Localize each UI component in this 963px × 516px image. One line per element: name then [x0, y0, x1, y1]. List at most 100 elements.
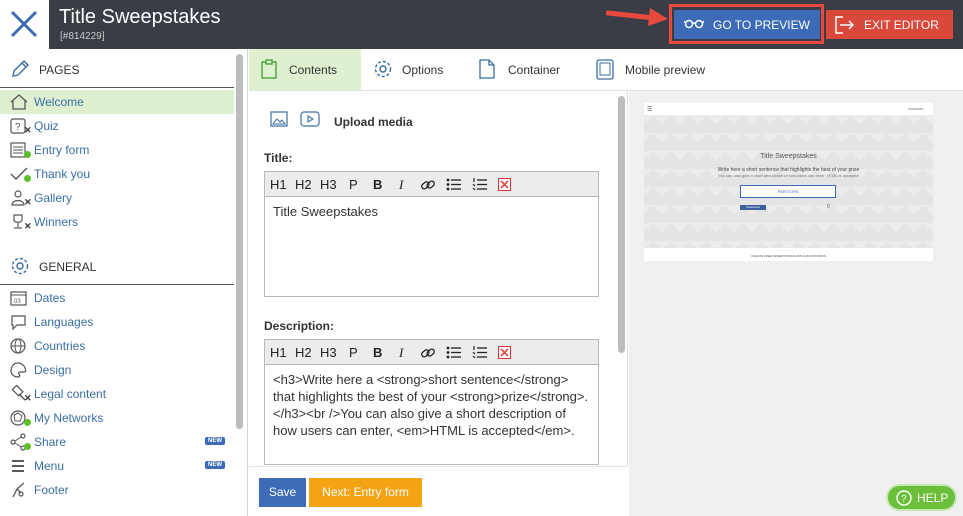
link-icon[interactable]: [420, 177, 436, 193]
go-to-preview-button[interactable]: GO TO PREVIEW: [674, 10, 820, 39]
active-status-dot: [24, 419, 31, 426]
preview-subline: You can also give a short description of…: [718, 173, 859, 178]
tab-container[interactable]: Container: [467, 49, 585, 90]
tab-contents[interactable]: Contents: [249, 49, 361, 90]
help-button[interactable]: ? HELP: [886, 484, 957, 511]
disabled-mark-icon: ✕: [24, 125, 32, 135]
close-button[interactable]: [0, 0, 49, 49]
sidebar-item-dates[interactable]: 03 Dates: [0, 286, 234, 310]
link-icon[interactable]: [420, 345, 436, 361]
disabled-mark-icon: ✕: [24, 393, 32, 403]
sidebar-item-quiz[interactable]: ? ✕ Quiz: [0, 114, 234, 138]
bold-icon[interactable]: B: [373, 177, 382, 192]
sidebar-item-label: Legal content: [34, 387, 107, 401]
glasses-icon: [684, 19, 704, 29]
title-input[interactable]: Title Sweepstakes: [265, 197, 598, 226]
clear-format-icon[interactable]: [498, 346, 511, 359]
go-to-preview-label: GO TO PREVIEW: [713, 18, 810, 32]
preview-facebook-like: Facebook: [740, 205, 766, 210]
sidebar-item-languages[interactable]: Languages: [0, 310, 234, 334]
sidebar-item-thank-you[interactable]: Thank you: [0, 162, 234, 186]
sidebar-item-label: Welcome: [34, 95, 84, 109]
editor-screen: Title Sweepstakes [#814229] GO TO PREVIE…: [0, 0, 963, 516]
sidebar-item-label: Languages: [34, 315, 94, 329]
paragraph-button[interactable]: P: [349, 345, 358, 360]
sidebar-item-legal-content[interactable]: ✕ Legal content: [0, 382, 234, 406]
tab-label: Mobile preview: [625, 63, 706, 77]
active-status-dot: [24, 175, 31, 182]
globe-icon: [10, 338, 26, 354]
sidebar-item-share[interactable]: Share NEW: [0, 430, 234, 454]
video-icon[interactable]: [300, 111, 320, 127]
sidebar-item-welcome[interactable]: Welcome: [0, 90, 234, 114]
sidebar-item-menu[interactable]: Menu NEW: [0, 454, 234, 478]
home-icon: [10, 94, 28, 110]
bullet-list-icon[interactable]: [446, 345, 462, 360]
help-icon: ?: [896, 490, 912, 506]
italic-icon[interactable]: I: [399, 345, 403, 361]
tablet-icon: [596, 59, 614, 80]
active-status-dot: [24, 443, 31, 450]
description-input[interactable]: <h3>Write here a <strong>short sentence<…: [265, 365, 598, 463]
general-title: GENERAL: [39, 260, 97, 274]
menu-icon: [12, 460, 24, 472]
new-badge: NEW: [205, 461, 225, 469]
pages-section-header: PAGES: [0, 50, 234, 88]
sidebar-item-label: Share: [34, 435, 67, 449]
tab-label: Container: [508, 63, 561, 77]
page-preview-thumbnail[interactable]: ☰ CONDIVIDI Title Sweepstakes Write here…: [644, 103, 933, 261]
h3-button[interactable]: H3: [320, 345, 337, 360]
editor-scrollbar[interactable]: [618, 96, 625, 353]
tab-label: Contents: [289, 63, 338, 77]
exit-editor-label: EXIT EDITOR: [864, 18, 939, 32]
h1-button[interactable]: H1: [270, 345, 287, 360]
sidebar-item-winners[interactable]: ✕ Winners: [0, 210, 234, 234]
description-editor: H1 H2 H3 P B I <h3>Write here a <strong>…: [264, 339, 599, 465]
sidebar-item-countries[interactable]: Countries: [0, 334, 234, 358]
help-label: HELP: [917, 491, 949, 505]
sidebar-scrollbar[interactable]: [236, 54, 243, 429]
campaign-id: [#814229]: [60, 31, 105, 42]
svg-text:?: ?: [15, 122, 21, 133]
tab-label: Options: [402, 63, 444, 77]
sidebar-item-label: Winners: [34, 215, 79, 229]
save-button[interactable]: Save: [259, 478, 306, 507]
tab-options[interactable]: Options: [361, 49, 467, 90]
document-icon: [479, 59, 495, 79]
title-editor: H1 H2 H3 P B I Title Sweepstakes: [264, 171, 599, 297]
image-icon[interactable]: [270, 111, 288, 127]
next-entry-form-button[interactable]: Next: Entry form: [309, 478, 422, 507]
sidebar-item-my-networks[interactable]: My Networks: [0, 406, 234, 430]
description-toolbar: H1 H2 H3 P B I: [265, 340, 598, 365]
title-field-label: Title:: [264, 151, 293, 165]
sidebar-item-design[interactable]: Design: [0, 358, 234, 382]
clear-format-icon[interactable]: [498, 178, 511, 191]
arrow-annotation-icon: [606, 8, 668, 26]
italic-icon[interactable]: I: [399, 177, 403, 193]
upload-media-label: Upload media: [334, 115, 413, 129]
numbered-list-icon[interactable]: [472, 177, 488, 192]
top-bar: Title Sweepstakes [#814229] GO TO PREVIE…: [0, 0, 963, 49]
sidebar-item-footer[interactable]: Footer: [0, 478, 234, 502]
paragraph-button[interactable]: P: [349, 177, 358, 192]
bold-icon[interactable]: B: [373, 345, 382, 360]
h3-button[interactable]: H3: [320, 177, 337, 192]
bullet-list-icon[interactable]: [446, 177, 462, 192]
palette-icon: [10, 362, 27, 378]
h2-button[interactable]: H2: [295, 345, 312, 360]
general-section-header: GENERAL: [0, 247, 234, 285]
sidebar-item-gallery[interactable]: ✕ Gallery: [0, 186, 234, 210]
tab-mobile-preview[interactable]: Mobile preview: [585, 49, 725, 90]
numbered-list-icon[interactable]: [472, 345, 488, 360]
h2-button[interactable]: H2: [295, 177, 312, 192]
sidebar-item-entry-form[interactable]: Entry form: [0, 138, 234, 162]
speech-bubble-icon: [11, 315, 26, 331]
preview-title: Title Sweepstakes: [760, 153, 817, 160]
exit-editor-button[interactable]: EXIT EDITOR: [826, 10, 953, 39]
disabled-mark-icon: ✕: [24, 197, 32, 207]
description-field-label: Description:: [264, 319, 335, 333]
calendar-icon: 03: [10, 291, 27, 306]
close-icon: [10, 10, 38, 38]
h1-button[interactable]: H1: [270, 177, 287, 192]
sidebar-item-label: Dates: [34, 291, 66, 305]
